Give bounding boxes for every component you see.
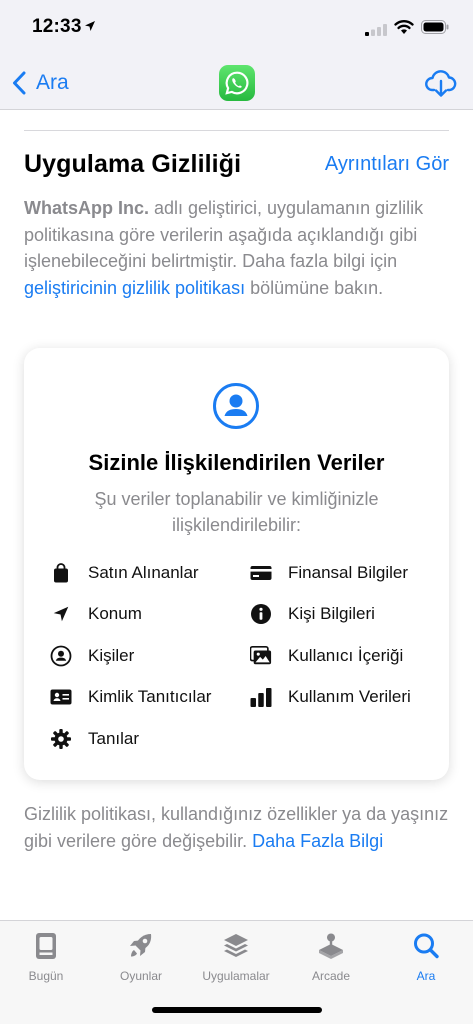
wifi-icon: [394, 20, 414, 34]
data-item-contact-info: Kişi Bilgileri: [250, 602, 375, 626]
id-card-icon: [50, 686, 72, 708]
cellular-signal-icon: [365, 24, 387, 36]
info-icon: [250, 603, 272, 625]
whatsapp-logo-icon: [225, 71, 249, 95]
data-item-usage-data: Kullanım Verileri: [250, 685, 411, 709]
tab-search[interactable]: Ara: [381, 931, 471, 985]
navigation-bar: Ara: [0, 58, 473, 110]
data-item-identifiers: Kimlik Tanıtıcılar: [50, 685, 211, 709]
location-arrow-icon: [50, 603, 72, 625]
chevron-left-icon: [13, 71, 26, 95]
data-item-financial-info: Finansal Bilgiler: [250, 561, 408, 585]
data-linked-card[interactable]: Sizinle İlişkilendirilen Veriler Şu veri…: [24, 348, 449, 780]
data-item-user-content: Kullanıcı İçeriği: [250, 644, 403, 668]
location-arrow-icon: [85, 21, 95, 31]
data-item-purchases: Satın Alınanlar: [50, 561, 199, 585]
shopping-bag-icon: [50, 562, 72, 584]
status-time: 12:33: [32, 16, 82, 37]
data-item-label: Kullanıcı İçeriği: [288, 646, 404, 665]
footer-note: Gizlilik politikası, kullandığınız özell…: [24, 801, 449, 855]
tab-apps[interactable]: Uygulamalar: [191, 931, 281, 985]
rocket-icon: [130, 934, 152, 957]
person-circle-icon: [213, 383, 259, 429]
data-item-location: Konum: [50, 602, 142, 626]
tab-label: Bugün: [28, 969, 64, 983]
tab-label: Arcade: [311, 969, 351, 983]
section-title: Uygulama Gizliliği: [24, 150, 242, 178]
footer-text: Gizlilik politikası, kullandığınız özell…: [24, 804, 449, 851]
data-item-label: Tanılar: [88, 729, 140, 748]
data-item-label: Satın Alınanlar: [88, 563, 199, 582]
tab-games[interactable]: Oyunlar: [96, 931, 186, 985]
home-indicator: [152, 1007, 322, 1013]
credit-card-icon: [250, 562, 272, 584]
privacy-description: WhatsApp Inc. adlı geliştirici, uygulama…: [24, 195, 449, 301]
back-label: Ara: [36, 71, 69, 94]
card-title: Sizinle İlişkilendirilen Veriler: [88, 450, 385, 475]
divider: [24, 130, 449, 131]
photos-icon: [250, 645, 272, 667]
tab-arcade[interactable]: Arcade: [286, 931, 376, 985]
today-icon: [36, 933, 56, 959]
data-item-label: Finansal Bilgiler: [288, 563, 408, 582]
see-details-link[interactable]: Ayrıntıları Gör: [325, 153, 449, 176]
privacy-content: Uygulama Gizliliği Ayrıntıları Gör Whats…: [0, 110, 473, 920]
data-item-label: Konum: [88, 604, 142, 623]
privacy-policy-link[interactable]: geliştiricinin gizlilik politikası: [24, 278, 245, 298]
data-item-label: Kişiler: [88, 646, 135, 665]
arcade-icon: [319, 933, 343, 959]
apps-stack-icon: [224, 934, 248, 957]
data-item-label: Kimlik Tanıtıcılar: [88, 687, 212, 706]
status-bar: 12:33: [0, 0, 473, 58]
bar-chart-icon: [250, 686, 272, 708]
description-text-end: bölümüne bakın.: [245, 277, 384, 298]
developer-name: WhatsApp Inc.: [24, 198, 149, 218]
person-circle-icon: [50, 645, 72, 667]
learn-more-link[interactable]: Daha Fazla Bilgi: [252, 831, 383, 851]
whatsapp-app-icon: [219, 65, 255, 101]
back-button[interactable]: Ara: [12, 68, 69, 98]
data-item-label: Kişi Bilgileri: [288, 604, 375, 623]
gear-icon: [50, 728, 72, 750]
data-item-label: Kullanım Verileri: [288, 687, 411, 706]
tab-label: Ara: [416, 969, 436, 983]
tab-label: Oyunlar: [119, 969, 163, 983]
tab-label: Uygulamalar: [202, 969, 270, 983]
data-item-diagnostics: Tanılar: [50, 727, 139, 751]
battery-icon: [421, 20, 449, 34]
cloud-download-icon[interactable]: [425, 68, 457, 98]
search-icon: [414, 933, 439, 959]
data-item-contacts: Kişiler: [50, 644, 134, 668]
tab-today[interactable]: Bugün: [1, 931, 91, 985]
card-subtitle: Şu veriler toplanabilir ve kimliğinizle …: [94, 489, 379, 535]
